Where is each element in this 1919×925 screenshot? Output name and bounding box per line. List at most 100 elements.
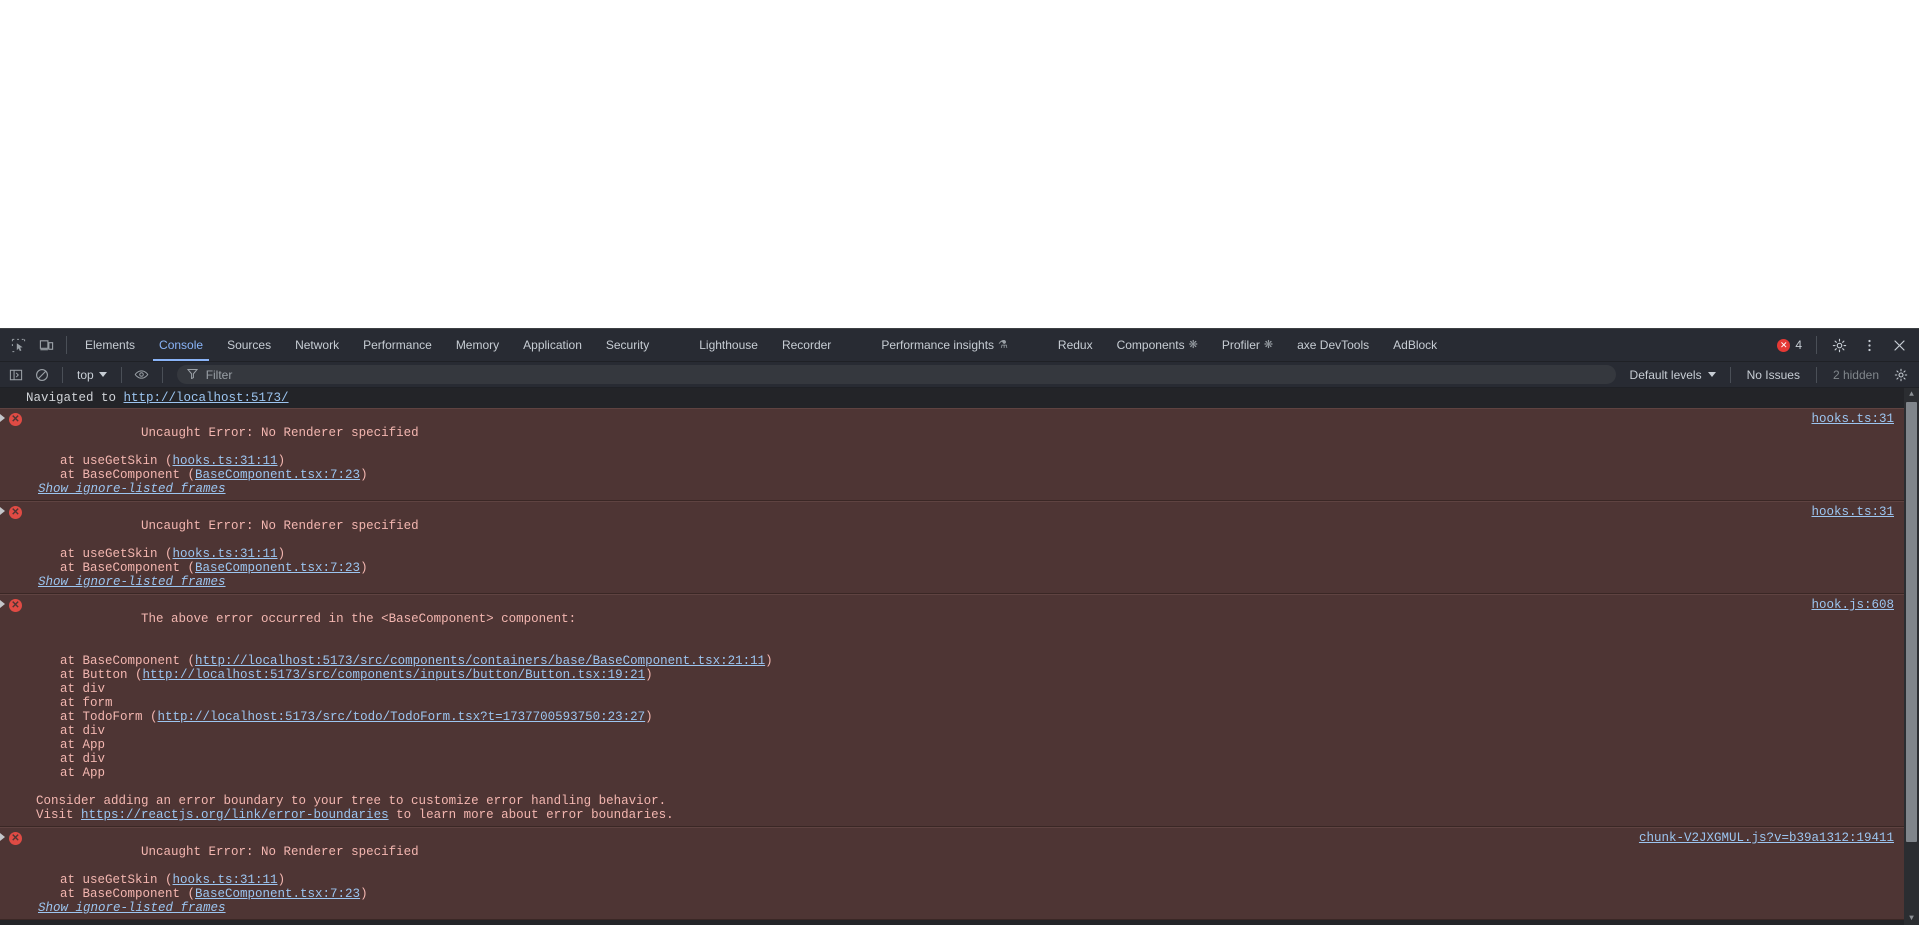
console-message-error[interactable]: ✕ The above error occurred in the <BaseC…	[0, 594, 1904, 827]
show-ignore-listed-frames-link[interactable]: Show ignore-listed frames	[38, 901, 226, 915]
tab-adblock-label: AdBlock	[1393, 338, 1438, 352]
error-headline[interactable]: Uncaught Error: No Renderer specified	[0, 505, 1904, 547]
stack-frame-close: )	[765, 654, 773, 668]
tabs-spacer-1	[661, 329, 687, 361]
tab-components[interactable]: Components ❋	[1105, 329, 1210, 361]
console-message-error[interactable]: ✕ Uncaught Error: No Renderer specified …	[0, 501, 1904, 594]
console-message-error[interactable]: ✕ Uncaught Error: No Renderer specified …	[0, 408, 1904, 501]
scroll-down-arrow-icon[interactable]: ▼	[1904, 912, 1919, 925]
console-sidebar-icon[interactable]	[4, 365, 28, 385]
stack-frame-link[interactable]: BaseComponent.tsx:7:23	[195, 561, 360, 575]
stack-frame-link[interactable]: BaseComponent.tsx:7:23	[195, 468, 360, 482]
devtools-tabs: Elements Console Sources Network Perform…	[73, 329, 1771, 361]
error-stack-line: at useGetSkin (hooks.ts:31:11)	[26, 547, 1904, 561]
tab-elements[interactable]: Elements	[73, 329, 147, 361]
console-message-error[interactable]: ✕ Uncaught Error: No Renderer specified …	[0, 827, 1904, 920]
error-content: ✕ Uncaught Error: No Renderer specified …	[0, 412, 1904, 496]
react-atom-icon: ❋	[1188, 338, 1198, 351]
expand-arrow-icon[interactable]	[0, 414, 5, 422]
log-levels-select[interactable]: Default levels	[1624, 367, 1722, 383]
navigated-url-link[interactable]: http://localhost:5173/	[124, 391, 289, 405]
inspect-element-icon[interactable]	[4, 331, 32, 359]
stack-frame-close: )	[277, 873, 286, 887]
stack-frame-text: at TodoForm (	[60, 710, 158, 724]
stack-frame-link[interactable]: http://localhost:5173/src/components/inp…	[143, 668, 646, 682]
devtools-tabbar: Elements Console Sources Network Perform…	[0, 329, 1919, 362]
tab-console-label: Console	[159, 338, 204, 352]
show-ignore-listed-frames-link[interactable]: Show ignore-listed frames	[38, 482, 226, 496]
more-options-icon[interactable]	[1855, 331, 1883, 359]
tab-network[interactable]: Network	[283, 329, 351, 361]
log-levels-value: Default levels	[1629, 367, 1702, 382]
message-source-link[interactable]: hooks.ts:31	[1811, 412, 1894, 426]
tabs-spacer-3	[1020, 329, 1046, 361]
error-stack-line: at div	[60, 682, 106, 696]
stack-frame-link[interactable]: hooks.ts:31:11	[173, 454, 278, 468]
expand-arrow-icon[interactable]	[0, 507, 5, 515]
toolbar-divider-3	[161, 366, 163, 383]
tab-profiler[interactable]: Profiler ❋	[1210, 329, 1285, 361]
screenshot-root: Elements Console Sources Network Perform…	[0, 0, 1919, 925]
tab-performance[interactable]: Performance	[351, 329, 444, 361]
console-output[interactable]: Navigated to http://localhost:5173/ ✕ Un…	[0, 388, 1919, 925]
error-stack-line: at Button (http://localhost:5173/src/com…	[26, 668, 1904, 682]
stack-frame-link[interactable]: http://localhost:5173/src/todo/TodoForm.…	[158, 710, 646, 724]
close-icon[interactable]	[1885, 331, 1913, 359]
execution-context-value: top	[77, 367, 94, 382]
device-toolbar-icon[interactable]	[32, 331, 60, 359]
chevron-down-icon	[98, 372, 107, 377]
clear-console-icon[interactable]	[30, 365, 54, 385]
tabbar-left-tools	[0, 329, 73, 361]
tab-elements-label: Elements	[85, 338, 136, 352]
tab-recorder[interactable]: Recorder	[770, 329, 843, 361]
filter-input[interactable]	[203, 366, 1606, 383]
error-stack-line: at TodoForm (http://localhost:5173/src/t…	[26, 710, 1904, 724]
gear-icon[interactable]	[1825, 331, 1853, 359]
console-settings-gear-icon[interactable]	[1889, 365, 1913, 385]
error-boundaries-doc-link[interactable]: https://reactjs.org/link/error-boundarie…	[81, 808, 389, 822]
tab-application[interactable]: Application	[511, 329, 594, 361]
error-headline[interactable]: Uncaught Error: No Renderer specified	[0, 831, 1904, 873]
message-source-link[interactable]: hooks.ts:31	[1811, 505, 1894, 519]
console-message-navigated[interactable]: Navigated to http://localhost:5173/	[0, 388, 1904, 408]
error-headline[interactable]: The above error occurred in the <BaseCom…	[0, 598, 1904, 640]
error-stack-line: at App	[60, 738, 106, 752]
message-source-link[interactable]: hook.js:608	[1811, 598, 1894, 612]
tab-memory[interactable]: Memory	[444, 329, 511, 361]
error-count-value: 4	[1795, 338, 1802, 352]
tab-adblock[interactable]: AdBlock	[1381, 329, 1449, 361]
stack-frame-close: )	[277, 547, 286, 561]
console-vertical-scrollbar[interactable]: ▲ ▼	[1904, 388, 1919, 925]
tab-redux[interactable]: Redux	[1046, 329, 1105, 361]
stack-frame-close: )	[277, 454, 286, 468]
stack-frame-close: )	[360, 468, 368, 482]
tab-sources[interactable]: Sources	[215, 329, 283, 361]
stack-frame-link[interactable]: hooks.ts:31:11	[173, 547, 278, 561]
tab-console[interactable]: Console	[147, 329, 215, 361]
stack-frame-link[interactable]: hooks.ts:31:11	[173, 873, 278, 887]
show-ignore-listed-frames-link[interactable]: Show ignore-listed frames	[38, 575, 226, 589]
error-headline[interactable]: Uncaught Error: No Renderer specified	[0, 412, 1904, 454]
execution-context-select[interactable]: top	[71, 367, 113, 383]
tab-security[interactable]: Security	[594, 329, 661, 361]
error-stack-line: at BaseComponent (BaseComponent.tsx:7:23…	[26, 468, 1904, 482]
live-expression-eye-icon[interactable]	[130, 365, 154, 385]
chevron-down-icon	[1707, 372, 1716, 377]
tab-lighthouse[interactable]: Lighthouse	[687, 329, 770, 361]
tab-profiler-label: Profiler	[1221, 338, 1260, 352]
expand-arrow-icon[interactable]	[0, 600, 5, 608]
scroll-up-arrow-icon[interactable]: ▲	[1904, 388, 1919, 401]
stack-frame-link[interactable]: BaseComponent.tsx:7:23	[195, 887, 360, 901]
scrollbar-thumb[interactable]	[1906, 402, 1917, 842]
issues-status[interactable]: No Issues	[1739, 368, 1808, 382]
message-source-link[interactable]: chunk-V2JXGMUL.js?v=b39a1312:19411	[1639, 831, 1894, 845]
error-count-badge[interactable]: ✕ 4	[1771, 338, 1808, 352]
error-stack-line: at div	[60, 724, 106, 738]
tab-axe-devtools[interactable]: axe DevTools	[1285, 329, 1381, 361]
filter-box[interactable]	[176, 365, 1616, 384]
tab-performance-insights[interactable]: Performance insights ⚗	[869, 329, 1020, 361]
expand-arrow-icon[interactable]	[0, 833, 5, 841]
hidden-messages-count: 2 hidden	[1832, 367, 1879, 382]
stack-frame-link[interactable]: http://localhost:5173/src/components/con…	[195, 654, 765, 668]
